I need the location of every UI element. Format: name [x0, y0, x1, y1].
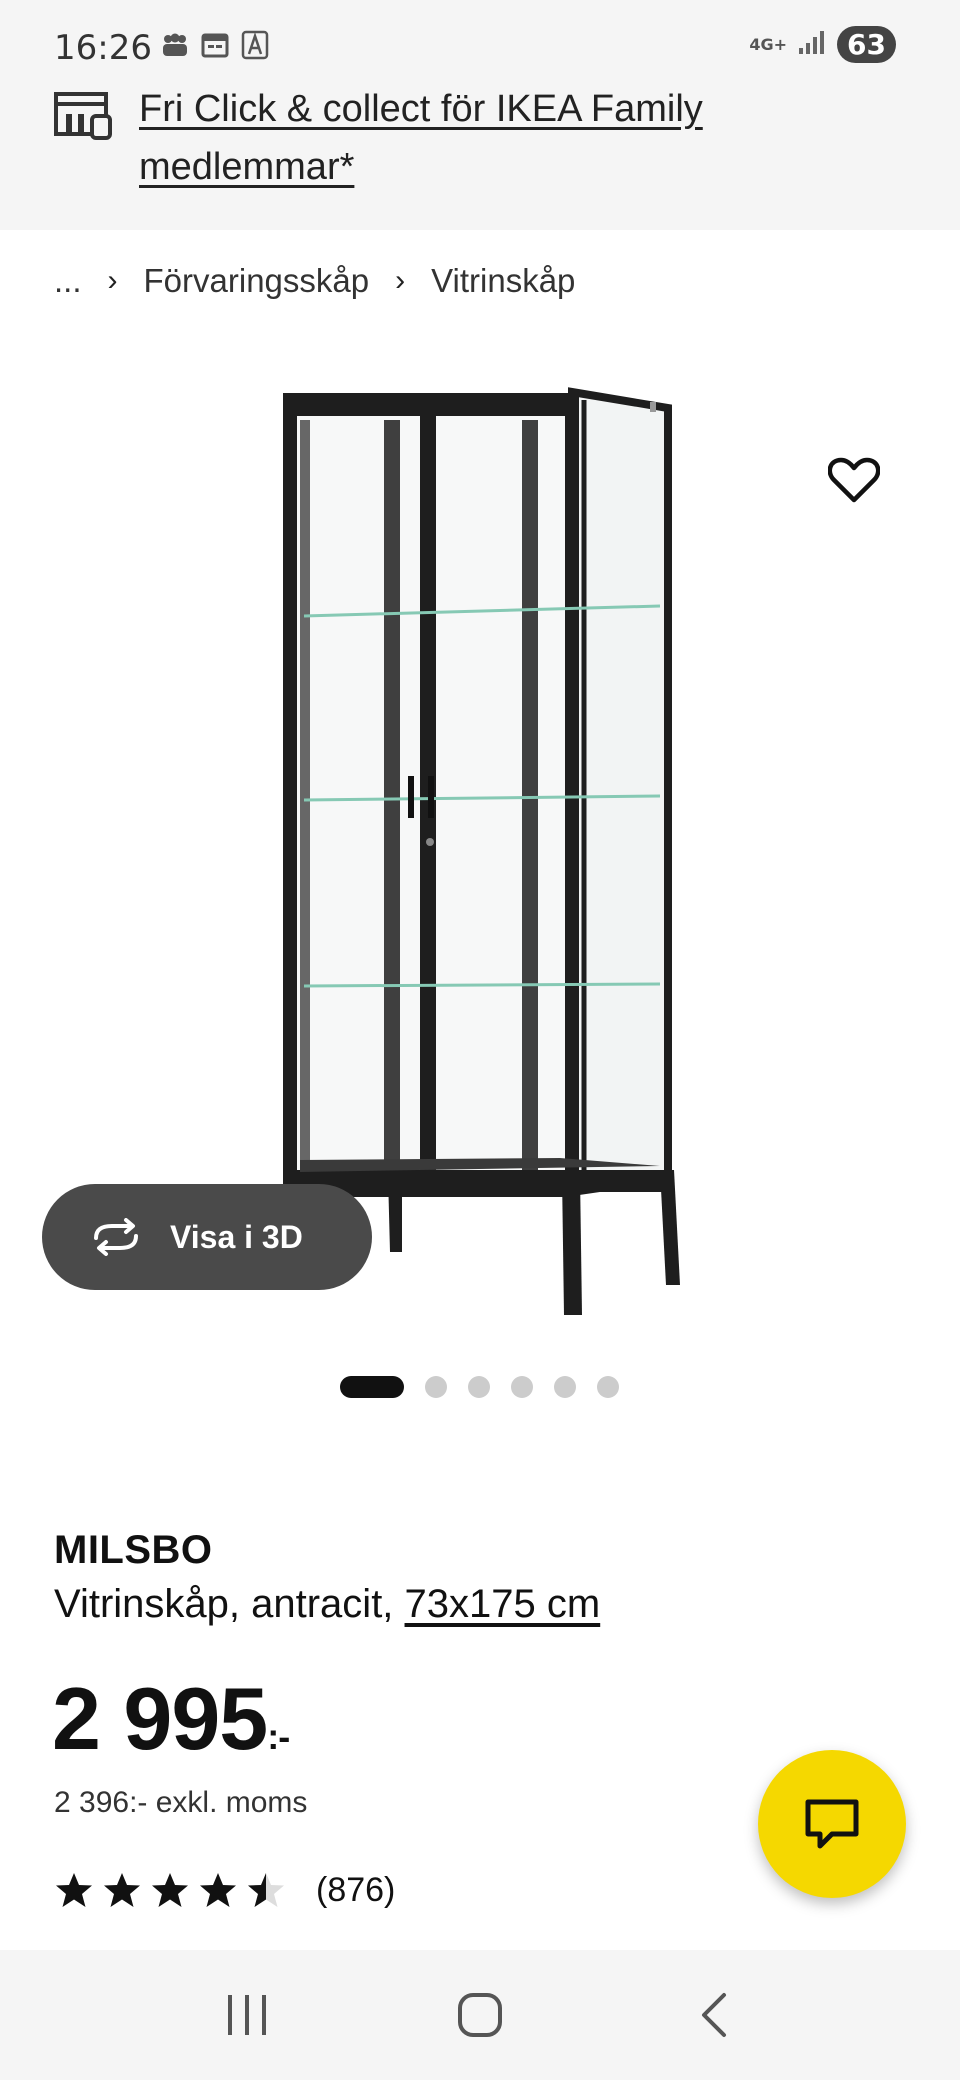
breadcrumb-ellipsis[interactable]: ... — [54, 262, 82, 300]
product-price: 2 995:- — [52, 1668, 290, 1770]
pagination-dot[interactable] — [554, 1376, 576, 1398]
view-3d-label: Visa i 3D — [170, 1218, 303, 1255]
pagination-dot[interactable] — [468, 1376, 490, 1398]
promo-link[interactable]: Fri Click & collect för IKEA Family medl… — [139, 80, 839, 196]
network-type: 4G+ — [749, 34, 788, 54]
breadcrumb: ... › Förvaringsskåp › Vitrinskåp — [54, 262, 575, 300]
chevron-right-icon: › — [107, 264, 118, 297]
breadcrumb-vitrinskap[interactable]: Vitrinskåp — [431, 262, 575, 300]
star-full-icon — [200, 1873, 236, 1907]
heart-icon — [828, 457, 880, 503]
chat-bubble-icon — [805, 1799, 859, 1849]
status-bar: 16:26 4G+ 63 — [0, 0, 960, 80]
rating-stars — [54, 1870, 286, 1910]
star-half-icon — [248, 1873, 284, 1907]
favorite-button[interactable] — [826, 452, 882, 508]
product-rating[interactable]: (876) — [54, 1870, 395, 1910]
breadcrumb-forvaringsskap[interactable]: Förvaringsskåp — [144, 262, 370, 300]
recent-apps-icon — [227, 1995, 266, 2035]
chat-button[interactable] — [758, 1750, 906, 1898]
battery-indicator: 63 — [837, 26, 896, 63]
status-time: 16:26 — [54, 28, 152, 68]
signal-icon — [797, 28, 827, 61]
image-pagination — [340, 1376, 619, 1398]
product-dimensions-link[interactable]: 73x175 cm — [405, 1582, 601, 1626]
system-nav-bar — [0, 1950, 960, 2080]
group-icon — [160, 30, 190, 60]
pagination-dot[interactable] — [425, 1376, 447, 1398]
price-amount: 2 995 — [52, 1669, 268, 1768]
home-button[interactable] — [445, 1980, 515, 2050]
recent-apps-button[interactable] — [212, 1980, 282, 2050]
store-icon — [54, 90, 114, 140]
product-type-text: Vitrinskåp, antracit, — [54, 1582, 405, 1626]
rating-count: (876) — [316, 1870, 396, 1909]
product-description: Vitrinskåp, antracit, 73x175 cm — [54, 1582, 600, 1627]
view-3d-button[interactable]: Visa i 3D — [42, 1184, 372, 1290]
price-excl-vat: 2 396:- exkl. moms — [54, 1786, 308, 1819]
rotate-3d-icon — [94, 1218, 138, 1256]
status-notification-icons — [160, 30, 270, 60]
product-name: MILSBO — [54, 1528, 213, 1572]
status-system-icons: 4G+ 63 — [749, 26, 896, 63]
promo-banner[interactable]: Fri Click & collect för IKEA Family medl… — [0, 80, 960, 230]
back-button[interactable] — [678, 1980, 748, 2050]
star-full-icon — [104, 1873, 140, 1907]
home-icon — [457, 1993, 502, 2037]
pagination-dot-active[interactable] — [340, 1376, 404, 1398]
font-icon — [240, 30, 270, 60]
pagination-dot[interactable] — [597, 1376, 619, 1398]
back-icon — [702, 1993, 727, 2037]
pagination-dot[interactable] — [511, 1376, 533, 1398]
chevron-right-icon: › — [395, 264, 406, 297]
calendar-icon — [200, 30, 230, 60]
star-full-icon — [152, 1873, 188, 1907]
star-full-icon — [56, 1873, 92, 1907]
price-suffix: :- — [267, 1716, 290, 1757]
